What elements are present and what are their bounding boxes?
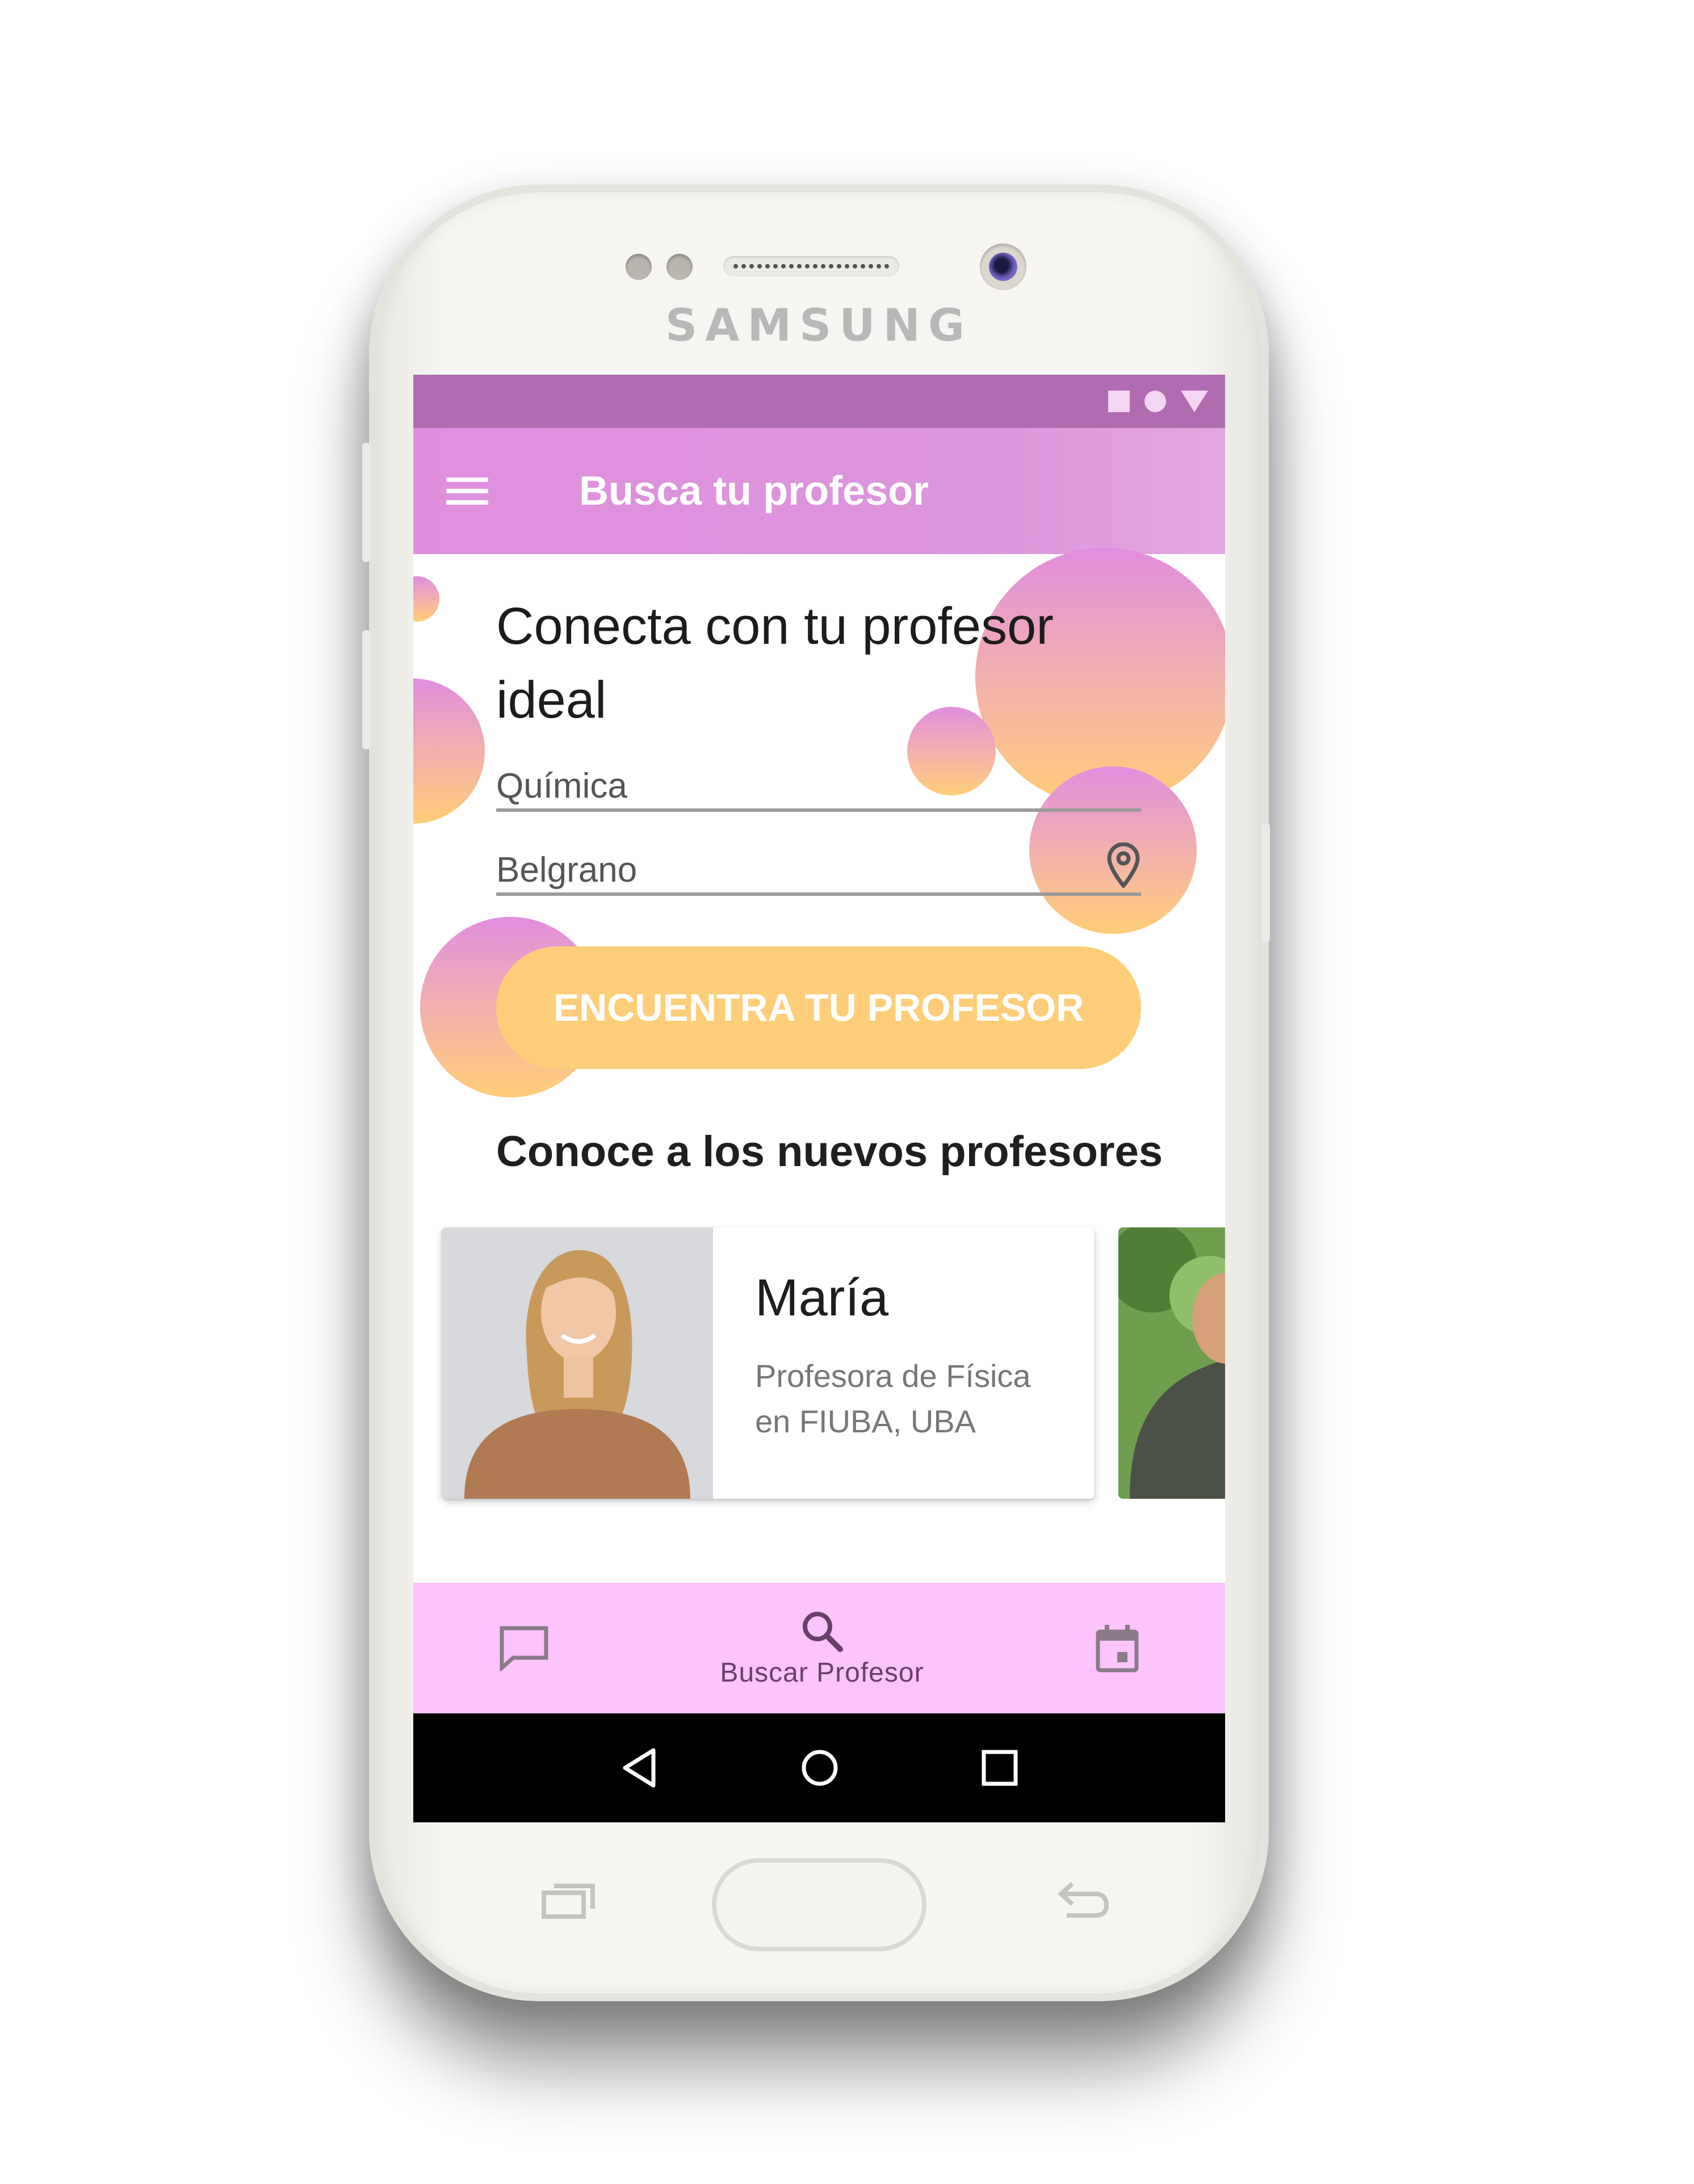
chat-icon[interactable] <box>498 1625 550 1671</box>
decor-bubble <box>413 678 485 824</box>
teacher-description: Profesora de Física en FIUBA, UBA <box>755 1358 1031 1439</box>
system-navigation-bar <box>413 1713 1225 1822</box>
volume-down-button[interactable] <box>362 630 370 749</box>
menu-icon[interactable] <box>446 477 488 505</box>
find-teacher-button[interactable]: ENCUENTRA TU PROFESOR <box>496 946 1141 1069</box>
decor-bubble <box>413 576 439 622</box>
teacher-card[interactable]: María Profesora de Física en FIUBA, UBA <box>442 1227 1095 1499</box>
circle-icon <box>1144 391 1166 412</box>
stage: SAMSUNG Busca tu profesor Conecta con tu… <box>0 0 1694 2184</box>
front-camera <box>980 244 1026 290</box>
search-icon[interactable] <box>799 1608 845 1654</box>
proximity-sensor <box>626 254 652 280</box>
volume-up-button[interactable] <box>362 443 370 562</box>
nav-item-chat[interactable] <box>498 1625 550 1671</box>
nav-item-search[interactable]: Buscar Profesor <box>720 1608 924 1688</box>
home-key[interactable] <box>712 1858 926 1951</box>
subject-field[interactable] <box>496 766 1141 812</box>
nav-label-search: Buscar Profesor <box>720 1657 924 1688</box>
location-input[interactable] <box>496 850 1141 890</box>
earpiece-speaker <box>723 256 899 276</box>
back-key-icon[interactable] <box>1055 1877 1112 1922</box>
teacher-name: María <box>755 1269 889 1327</box>
light-sensor <box>666 254 693 280</box>
new-teachers-title: Conoce a los nuevos profesores <box>496 1127 1163 1176</box>
power-button[interactable] <box>1262 823 1270 942</box>
recent-apps-key-icon[interactable] <box>540 1880 597 1920</box>
calendar-icon[interactable] <box>1095 1624 1140 1672</box>
back-icon[interactable] <box>619 1747 659 1789</box>
subject-input[interactable] <box>496 766 1141 806</box>
home-icon[interactable] <box>799 1747 840 1788</box>
location-pin-icon[interactable] <box>1106 842 1141 888</box>
recents-icon[interactable] <box>980 1749 1019 1787</box>
teacher-card-partial[interactable] <box>1118 1227 1225 1499</box>
teacher-portrait-icon <box>442 1227 713 1499</box>
app-bar: Busca tu profesor <box>413 428 1225 554</box>
status-bar <box>413 375 1225 428</box>
location-field[interactable] <box>496 842 1141 896</box>
square-icon <box>1108 391 1130 412</box>
teacher-photo <box>442 1227 713 1499</box>
app-title: Busca tu profesor <box>579 468 929 514</box>
nav-item-calendar[interactable] <box>1095 1624 1140 1672</box>
brand-logo: SAMSUNG <box>665 300 972 351</box>
screen: Busca tu profesor Conecta con tu profeso… <box>413 375 1225 1822</box>
teacher-photo <box>1118 1227 1225 1499</box>
bottom-navigation: Buscar Profesor <box>413 1583 1225 1713</box>
triangle-icon <box>1181 391 1208 412</box>
hero-headline: Conecta con tu profesor ideal <box>496 597 1054 729</box>
